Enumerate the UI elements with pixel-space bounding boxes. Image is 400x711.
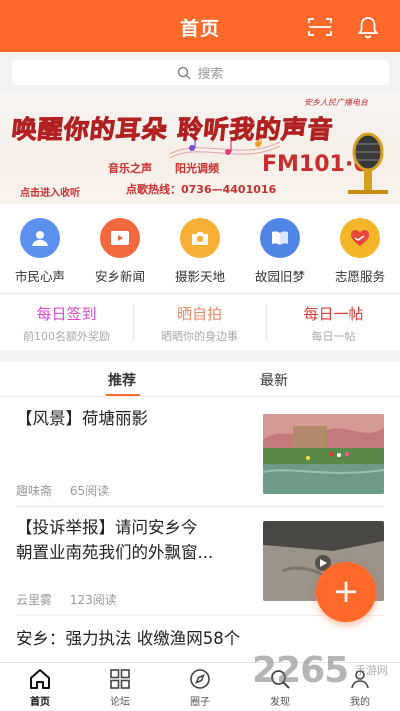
article-author: 趣味斋 <box>16 484 53 498</box>
search-bar: 搜索 <box>0 52 400 92</box>
compass-icon <box>190 669 210 689</box>
nav-circle[interactable]: 圈子 <box>160 667 240 708</box>
quick-item-label: 安乡新闻 <box>94 269 145 284</box>
volunteer-heart-icon <box>340 218 380 258</box>
quick-item-volunteer[interactable]: 志愿服务 <box>320 218 400 285</box>
citizen-voice-icon <box>20 218 60 258</box>
activity-title: 晒自拍 <box>176 305 222 323</box>
quick-item-news[interactable]: 安乡新闻 <box>80 218 160 285</box>
article-meta: 趣味斋 65阅读 <box>16 482 123 499</box>
search-icon <box>178 66 192 80</box>
list-item[interactable]: 【风景】荷塘丽影 趣味斋 65阅读 <box>0 398 400 506</box>
book-icon <box>260 218 300 258</box>
article-views: 123阅读 <box>69 593 117 607</box>
article-views: 65阅读 <box>69 484 110 498</box>
forum-grid-icon <box>110 669 130 689</box>
banner-music: 音乐之声 <box>108 162 152 175</box>
quick-item-label: 市民心声 <box>14 269 65 284</box>
banner-sunshine: 阳光调频 <box>175 162 219 175</box>
news-video-icon <box>100 218 140 258</box>
article-title: 【风景】荷塘丽影 <box>16 409 148 428</box>
quick-item-label: 志愿服务 <box>334 269 385 284</box>
nav-label: 圈子 <box>190 697 210 708</box>
home-icon <box>30 669 50 689</box>
quick-nav: 市民心声 安乡新闻 摄影天地 故园旧梦 志愿服务 <box>0 204 400 292</box>
banner-station: 安乡人民广播电台 <box>304 98 368 107</box>
radio-banner[interactable]: 安乡人民广播电台 唤醒你的耳朵 聆听我的声音 音乐之声 阳光调频 FM101·6… <box>0 92 400 204</box>
article-title-line2: 朝置业南苑我们的外飘窗... <box>16 543 214 562</box>
feed-tabs: 推荐 最新 <box>0 361 400 397</box>
activity-subtitle: 晒晒你的身边事 <box>161 330 238 343</box>
search-input[interactable]: 搜索 <box>12 60 389 85</box>
quick-item-old-dreams[interactable]: 故园旧梦 <box>240 218 320 285</box>
top-bar: 首页 <box>0 0 400 52</box>
quick-item-label: 故园旧梦 <box>254 269 305 284</box>
quick-item-citizen-voice[interactable]: 市民心声 <box>0 218 80 285</box>
article-meta: 云里雾 123阅读 <box>16 591 131 608</box>
nav-forum[interactable]: 论坛 <box>80 667 160 708</box>
watermark-logo: 2265 <box>252 650 349 691</box>
activity-subtitle: 每日一帖 <box>311 330 356 343</box>
activity-daily-post[interactable]: 每日一帖 每日一帖 <box>267 303 400 344</box>
tab-latest[interactable]: 最新 <box>260 370 288 390</box>
nav-label: 论坛 <box>110 697 130 708</box>
article-author: 云里雾 <box>16 593 53 607</box>
article-title-line1: 【投诉举报】请问安乡今 <box>16 518 198 537</box>
watermark-sub: 手游网 <box>355 664 388 677</box>
banner-hotline: 点歌热线：0736—4401016 <box>126 183 277 196</box>
nav-label: 发现 <box>270 697 290 708</box>
divider <box>0 351 400 361</box>
banner-listen[interactable]: 点击进入收听 <box>20 184 80 199</box>
activity-daily-checkin[interactable]: 每日签到 前100名额外奖励 <box>0 303 133 344</box>
activity-subtitle: 前100名额外奖励 <box>23 330 110 343</box>
activity-title: 每日一帖 <box>303 305 364 323</box>
page-title: 首页 <box>179 18 220 40</box>
scan-icon[interactable] <box>308 17 332 37</box>
activity-selfie[interactable]: 晒自拍 晒晒你的身边事 <box>133 303 266 344</box>
activity-strip: 每日签到 前100名额外奖励 晒自拍 晒晒你的身边事 每日一帖 每日一帖 <box>0 295 400 351</box>
bell-icon[interactable] <box>357 15 379 39</box>
quick-item-label: 摄影天地 <box>174 269 225 284</box>
app-root: 首页 搜索 安乡人民广播电台 唤醒你的耳朵 聆听我的声音 音乐之声 阳光调频 F… <box>0 0 400 711</box>
active-tab-indicator <box>106 394 140 396</box>
nav-home[interactable]: 首页 <box>0 667 80 708</box>
camera-icon <box>180 218 220 258</box>
banner-headline: 唤醒你的耳朵 聆听我的声音 <box>10 115 336 145</box>
activity-title: 每日签到 <box>36 305 97 323</box>
article-thumbnail <box>263 414 384 494</box>
nav-label: 我的 <box>350 697 370 708</box>
nav-label: 首页 <box>30 697 50 708</box>
microphone-icon <box>348 132 388 194</box>
quick-item-photography[interactable]: 摄影天地 <box>160 218 240 285</box>
search-placeholder: 搜索 <box>197 67 224 82</box>
article-title: 安乡：强力执法 收缴渔网58个 <box>16 629 241 648</box>
create-post-button[interactable]: + <box>316 562 376 622</box>
tab-recommend[interactable]: 推荐 <box>108 370 136 390</box>
